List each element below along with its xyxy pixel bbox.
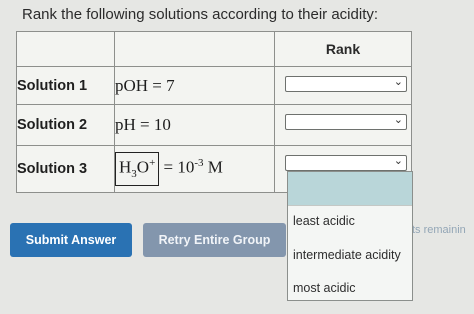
rank-dropdown-list: least acidic intermediate acidity most a… bbox=[287, 171, 413, 301]
formula-charge: + bbox=[149, 156, 156, 169]
solution-label: Solution 1 bbox=[16, 66, 115, 105]
chevron-down-icon: ⌄ bbox=[393, 114, 403, 126]
solution-label: Solution 3 bbox=[16, 145, 115, 193]
rank-select-3[interactable]: ⌄ bbox=[285, 155, 407, 171]
equals-text: = 10 bbox=[163, 157, 195, 177]
chevron-down-icon: ⌄ bbox=[393, 76, 403, 88]
rank-table: Rank Solution 1 pOH = 7 ⌄ Solution 2 pH … bbox=[16, 31, 412, 193]
rank-cell: ⌄ bbox=[274, 66, 412, 105]
solution-label: Solution 2 bbox=[16, 104, 115, 146]
solution-value: pOH = 7 bbox=[114, 66, 275, 105]
header-empty-cell bbox=[114, 31, 275, 67]
rank-select-1[interactable]: ⌄ bbox=[285, 76, 407, 92]
dropdown-option-blank[interactable] bbox=[288, 172, 412, 206]
rank-header: Rank bbox=[274, 31, 412, 67]
table-row: Solution 2 pH = 10 ⌄ bbox=[16, 104, 412, 146]
dropdown-option-least-acidic[interactable]: least acidic bbox=[293, 214, 355, 228]
formula-o: O bbox=[136, 157, 150, 177]
exponent: -3 bbox=[194, 156, 204, 169]
chevron-down-icon: ⌄ bbox=[393, 155, 403, 167]
formula-h: H bbox=[119, 157, 132, 177]
header-empty-cell bbox=[16, 31, 115, 67]
rank-cell: ⌄ bbox=[274, 104, 412, 146]
retry-group-button[interactable]: Retry Entire Group bbox=[143, 223, 286, 257]
question-prompt: Rank the following solutions according t… bbox=[22, 6, 379, 23]
solution-value: pH = 10 bbox=[114, 104, 275, 146]
attempts-remaining-text: ts remainin bbox=[412, 224, 466, 236]
rank-select-2[interactable]: ⌄ bbox=[285, 114, 407, 130]
dropdown-option-most-acidic[interactable]: most acidic bbox=[293, 281, 356, 295]
concentration-bracket: H3O+ bbox=[115, 151, 160, 187]
unit: M bbox=[203, 157, 223, 177]
table-row: Solution 1 pOH = 7 ⌄ bbox=[16, 66, 412, 105]
dropdown-option-intermediate[interactable]: intermediate acidity bbox=[293, 248, 401, 262]
solution-value: H3O+ = 10-3 M bbox=[114, 145, 275, 193]
submit-answer-button[interactable]: Submit Answer bbox=[10, 223, 132, 257]
